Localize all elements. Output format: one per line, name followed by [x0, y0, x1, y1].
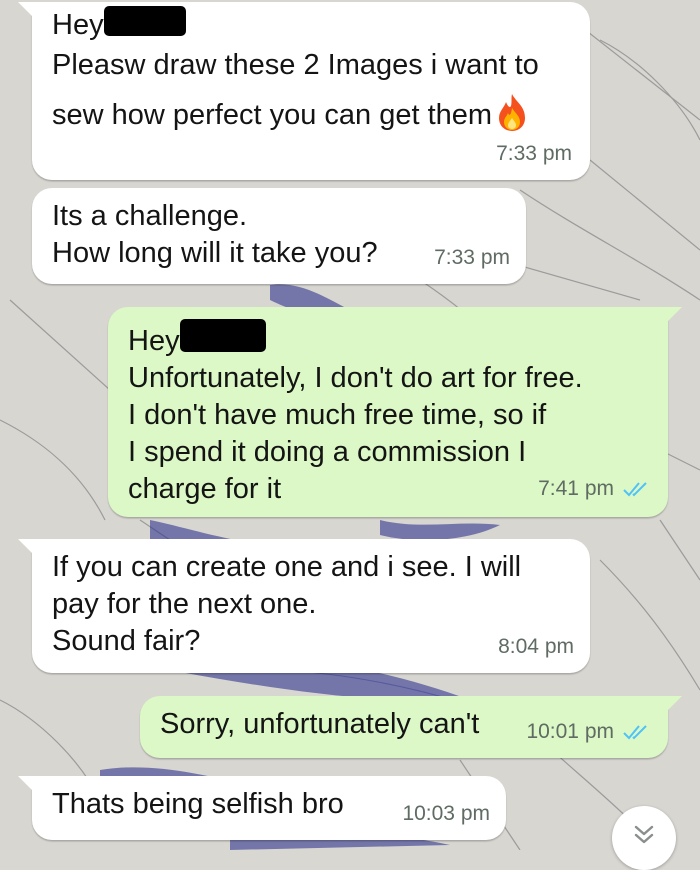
message-line: If you can create one and i see. I will [52, 551, 522, 583]
chat-thread: Hey Pleasw draw these 2 Images i want to… [0, 0, 700, 870]
double-check-icon [623, 481, 647, 496]
scroll-to-bottom-button[interactable] [612, 806, 676, 870]
message-meta: 7:33 pm [434, 239, 510, 276]
message-line: Unfortunately, I don't do art for free. [128, 362, 583, 394]
message-bubble-incoming[interactable]: Its a challenge. How long will it take y… [32, 188, 526, 284]
message-time: 7:33 pm [496, 142, 572, 165]
message-time: 7:41 pm [538, 477, 614, 500]
message-meta: 7:33 pm [496, 135, 572, 172]
message-time: 7:33 pm [434, 246, 510, 269]
message-line: Hey [52, 6, 570, 44]
message-bubble-incoming[interactable]: Hey Pleasw draw these 2 Images i want to… [18, 2, 590, 180]
bubble-tail [18, 539, 36, 557]
bubble-tail [18, 2, 36, 20]
message-line: I don't have much free time, so if [128, 399, 547, 431]
message-line: Sound fair? [52, 625, 201, 657]
message-bubble-outgoing[interactable]: Hey Unfortunately, I don't do art for fr… [108, 307, 682, 517]
message-time: 10:01 pm [526, 720, 614, 743]
message-line: sew how perfect you can get them [52, 92, 570, 134]
double-chevron-down-icon [634, 825, 654, 844]
message-line: Pleasw draw these 2 Images i want to [52, 49, 539, 81]
redacted-name [179, 319, 266, 352]
message-line: pay for the next one. [52, 588, 317, 620]
double-check-icon [623, 724, 647, 739]
message-meta: 8:04 pm [498, 628, 574, 665]
message-time: 10:03 pm [402, 802, 490, 825]
message-meta: 7:41 pm [538, 470, 652, 507]
fire-emoji [499, 94, 526, 131]
message-meta: 10:03 pm [402, 795, 490, 832]
bubble-tail [664, 307, 682, 325]
message-meta: 10:01 pm [526, 713, 652, 750]
message-bubble-outgoing[interactable]: Sorry, unfortunately can't 10:01 pm [140, 696, 682, 758]
message-bubble-incoming[interactable]: If you can create one and i see. I will … [18, 539, 590, 673]
message-time: 8:04 pm [498, 635, 574, 658]
message-line: I spend it doing a commission I [128, 436, 527, 468]
bubble-tail [664, 696, 682, 714]
redacted-name [103, 6, 186, 36]
message-line: Its a challenge. [52, 200, 248, 232]
bubble-tail [18, 776, 36, 794]
message-bubble-incoming[interactable]: Thats being selfish bro 10:03 pm [18, 776, 506, 840]
message-line: Hey [128, 319, 648, 360]
